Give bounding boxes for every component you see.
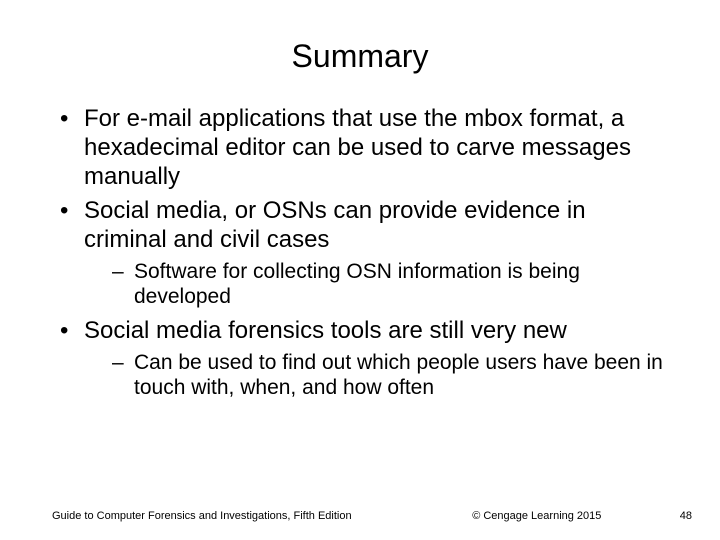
bullet-list: For e-mail applications that use the mbo…	[58, 105, 672, 401]
slide-content: For e-mail applications that use the mbo…	[0, 105, 720, 401]
footer-copyright: © Cengage Learning 2015	[352, 510, 662, 522]
slide: Summary For e-mail applications that use…	[0, 0, 720, 540]
sub-bullet-item: Software for collecting OSN information …	[112, 259, 672, 309]
sub-bullet-text: Can be used to find out which people use…	[134, 351, 663, 399]
bullet-text: Social media, or OSNs can provide eviden…	[84, 197, 586, 253]
bullet-text: For e-mail applications that use the mbo…	[84, 105, 631, 190]
footer-book-title: Guide to Computer Forensics and Investig…	[52, 510, 352, 522]
sub-bullet-list: Can be used to find out which people use…	[84, 350, 672, 400]
slide-footer: Guide to Computer Forensics and Investig…	[0, 510, 720, 522]
sub-bullet-text: Software for collecting OSN information …	[134, 260, 580, 308]
bullet-item: For e-mail applications that use the mbo…	[58, 105, 672, 191]
slide-title: Summary	[0, 0, 720, 105]
sub-bullet-list: Software for collecting OSN information …	[84, 259, 672, 309]
bullet-text: Social media forensics tools are still v…	[84, 317, 567, 344]
footer-page-number: 48	[662, 510, 692, 522]
bullet-item: Social media forensics tools are still v…	[58, 317, 672, 400]
sub-bullet-item: Can be used to find out which people use…	[112, 350, 672, 400]
bullet-item: Social media, or OSNs can provide eviden…	[58, 197, 672, 309]
